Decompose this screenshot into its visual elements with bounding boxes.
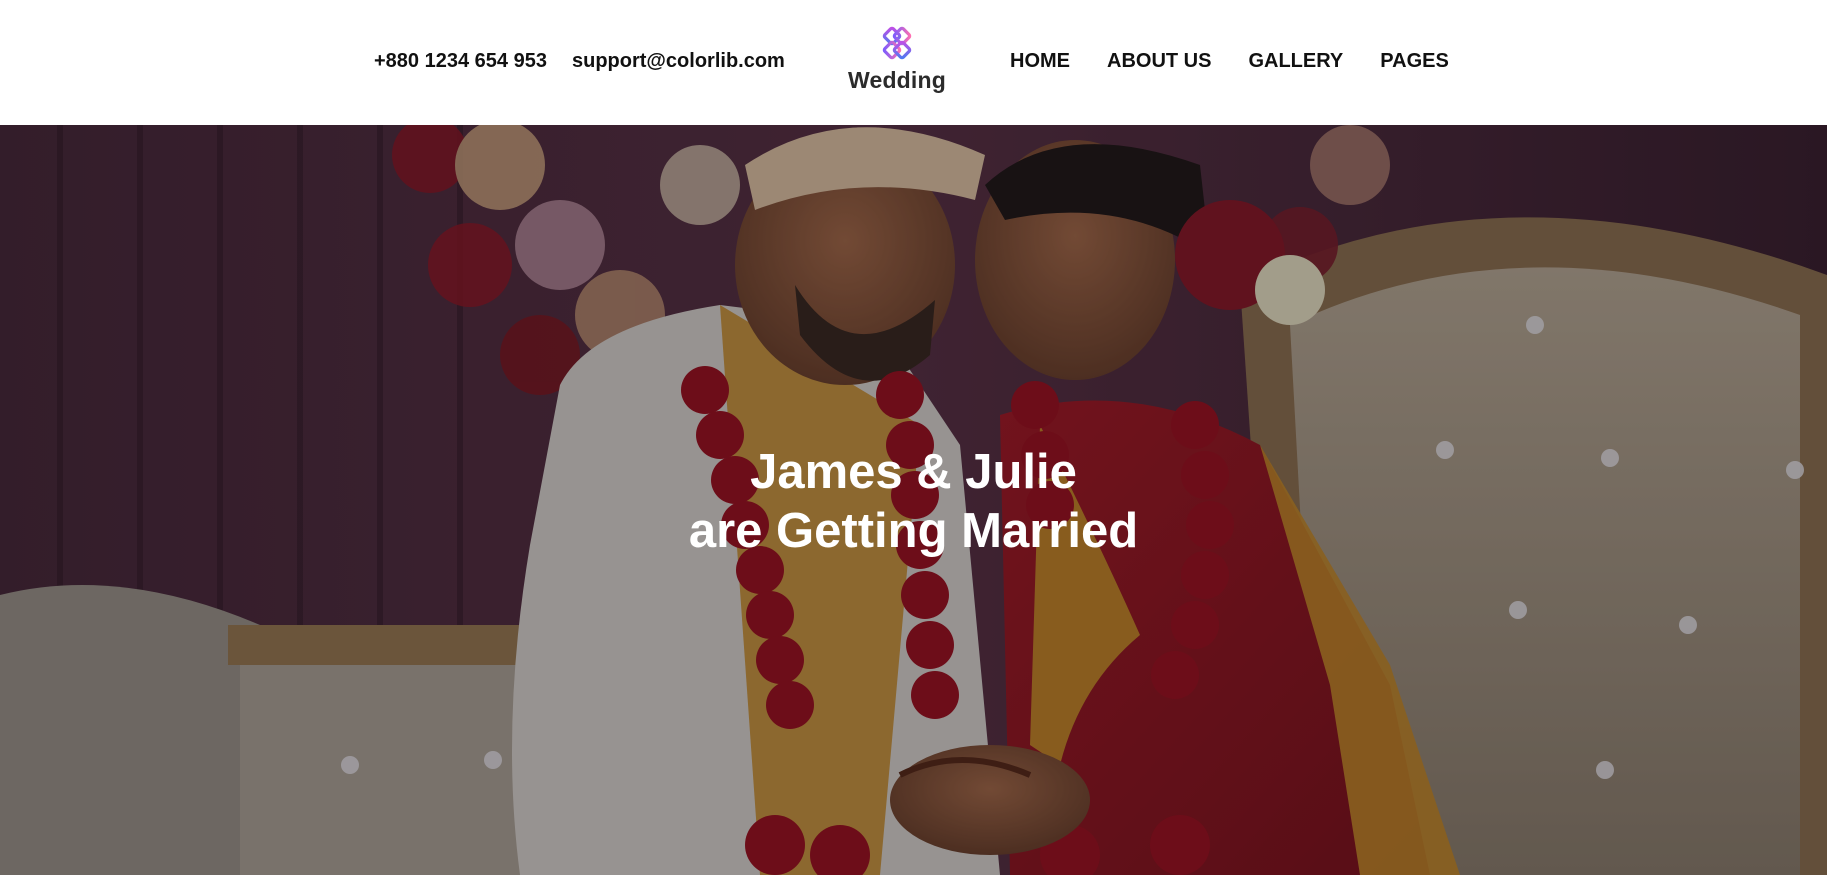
nav-home[interactable]: HOME xyxy=(1010,49,1070,73)
site-header: +880 1234 654 953 support@colorlib.com W… xyxy=(0,0,1827,125)
nav-about-us[interactable]: ABOUT US xyxy=(1107,49,1211,73)
phone-link[interactable]: +880 1234 654 953 xyxy=(374,49,547,73)
hero-title: James & Julie are Getting Married xyxy=(0,443,1827,561)
nav-pages[interactable]: PAGES xyxy=(1380,49,1449,73)
hero-banner: James & Julie are Getting Married xyxy=(0,125,1827,875)
colorful-knot-logo-icon xyxy=(882,26,912,60)
main-nav: HOME ABOUT US GALLERY PAGES xyxy=(1010,49,1449,73)
logo-text: Wedding xyxy=(847,67,947,93)
hero-title-line1: James & Julie xyxy=(750,445,1077,499)
email-link[interactable]: support@colorlib.com xyxy=(572,49,785,73)
nav-gallery[interactable]: GALLERY xyxy=(1248,49,1343,73)
site-logo[interactable]: Wedding xyxy=(842,26,952,98)
hero-title-line2: are Getting Married xyxy=(688,504,1139,558)
